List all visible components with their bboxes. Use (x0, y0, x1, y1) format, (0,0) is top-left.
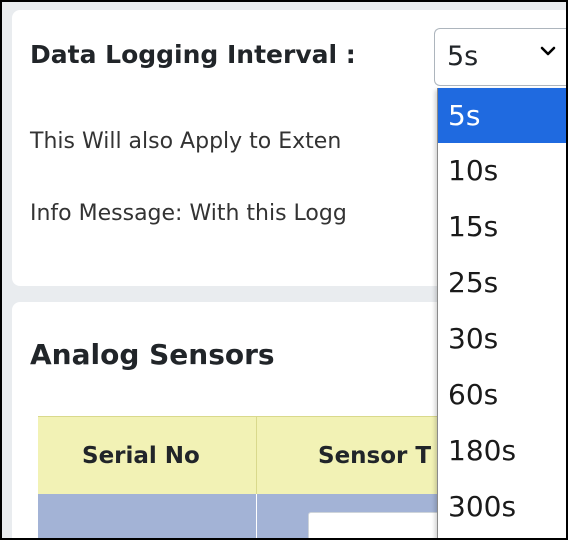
option-5s[interactable]: 5s (438, 88, 566, 143)
logging-interval-options: 5s 10s 15s 25s 30s 60s 180s 300s (437, 88, 566, 538)
column-header-serial-no: Serial No (82, 443, 200, 469)
logging-interval-label: Data Logging Interval : (30, 40, 356, 69)
option-180s[interactable]: 180s (438, 423, 566, 479)
option-300s[interactable]: 300s (438, 479, 566, 535)
column-header-sensor-type: Sensor T (318, 443, 432, 469)
option-30s[interactable]: 30s (438, 311, 566, 367)
column-divider (256, 494, 257, 538)
logging-interval-value: 5s (447, 41, 479, 72)
apply-note-text: This Will also Apply to Exten (30, 129, 342, 154)
option-60s[interactable]: 60s (438, 367, 566, 423)
option-10s[interactable]: 10s (438, 143, 566, 199)
info-message-text: Info Message: With this Logg (30, 201, 347, 226)
analog-sensors-title: Analog Sensors (30, 338, 275, 371)
column-divider (256, 417, 257, 495)
chevron-down-icon (540, 46, 556, 56)
logging-interval-select[interactable]: 5s (434, 28, 566, 86)
option-15s[interactable]: 15s (438, 199, 566, 255)
option-25s[interactable]: 25s (438, 255, 566, 311)
settings-panel: Data Logging Interval : 5s This Will als… (0, 0, 568, 540)
